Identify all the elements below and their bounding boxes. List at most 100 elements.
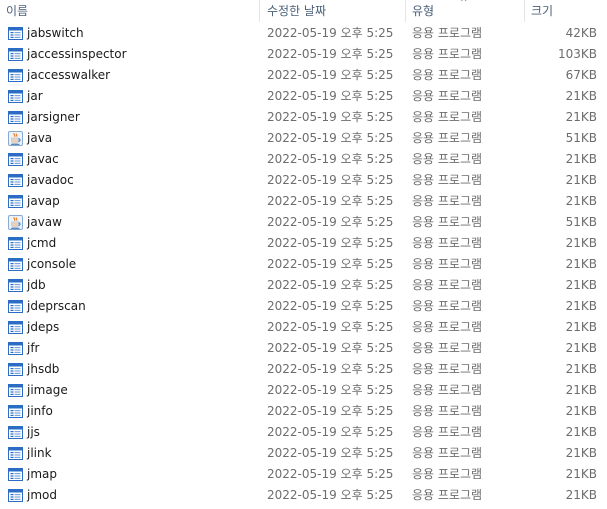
- file-row[interactable]: jjs 2022-05-19 오후 5:25 응용 프로그램 21KB: [0, 422, 607, 443]
- file-size: 21KB: [565, 320, 597, 334]
- file-type: 응용 프로그램: [412, 215, 483, 229]
- file-date-modified: 2022-05-19 오후 5:25: [267, 425, 394, 439]
- file-size: 21KB: [565, 299, 597, 313]
- app-window-icon: [8, 278, 23, 293]
- file-row[interactable]: jfr 2022-05-19 오후 5:25 응용 프로그램 21KB: [0, 338, 607, 359]
- file-row[interactable]: jdeprscan 2022-05-19 오후 5:25 응용 프로그램 21KB: [0, 296, 607, 317]
- column-divider-name[interactable]: [259, 0, 260, 22]
- file-name: javap: [27, 194, 60, 208]
- file-type: 응용 프로그램: [412, 488, 483, 502]
- app-window-icon: [8, 299, 23, 314]
- file-date-modified: 2022-05-19 오후 5:25: [267, 320, 394, 334]
- column-header-type[interactable]: 유형: [412, 0, 434, 22]
- file-date-modified: 2022-05-19 오후 5:25: [267, 467, 394, 481]
- file-date-modified: 2022-05-19 오후 5:25: [267, 47, 394, 61]
- app-window-icon: [8, 404, 23, 419]
- file-name: jlink: [27, 446, 52, 460]
- file-row[interactable]: java 2022-05-19 오후 5:25 응용 프로그램 51KB: [0, 128, 607, 149]
- app-window-icon: [8, 320, 23, 335]
- file-size: 21KB: [565, 341, 597, 355]
- file-type: 응용 프로그램: [412, 383, 483, 397]
- file-row[interactable]: javap 2022-05-19 오후 5:25 응용 프로그램 21KB: [0, 191, 607, 212]
- file-size: 21KB: [565, 236, 597, 250]
- file-size: 21KB: [565, 194, 597, 208]
- app-window-icon: [8, 257, 23, 272]
- file-date-modified: 2022-05-19 오후 5:25: [267, 404, 394, 418]
- file-name: javac: [27, 152, 59, 166]
- file-type: 응용 프로그램: [412, 257, 483, 271]
- file-row[interactable]: jarsigner 2022-05-19 오후 5:25 응용 프로그램 21KB: [0, 107, 607, 128]
- column-divider-type[interactable]: [524, 0, 525, 22]
- file-name: jabswitch: [27, 26, 84, 40]
- file-size: 21KB: [565, 173, 597, 187]
- file-row[interactable]: jmap 2022-05-19 오후 5:25 응용 프로그램 21KB: [0, 464, 607, 485]
- file-row[interactable]: javac 2022-05-19 오후 5:25 응용 프로그램 21KB: [0, 149, 607, 170]
- app-window-icon: [8, 152, 23, 167]
- file-row[interactable]: javadoc 2022-05-19 오후 5:25 응용 프로그램 21KB: [0, 170, 607, 191]
- file-name: jaccessinspector: [27, 47, 127, 61]
- file-row[interactable]: jlink 2022-05-19 오후 5:25 응용 프로그램 21KB: [0, 443, 607, 464]
- file-date-modified: 2022-05-19 오후 5:25: [267, 257, 394, 271]
- file-type: 응용 프로그램: [412, 299, 483, 313]
- file-size: 21KB: [565, 152, 597, 166]
- file-date-modified: 2022-05-19 오후 5:25: [267, 236, 394, 250]
- app-window-icon: [8, 236, 23, 251]
- app-window-icon: [8, 341, 23, 356]
- file-row[interactable]: jaccessinspector 2022-05-19 오후 5:25 응용 프로그…: [0, 44, 607, 65]
- file-date-modified: 2022-05-19 오후 5:25: [267, 341, 394, 355]
- file-row[interactable]: jconsole 2022-05-19 오후 5:25 응용 프로그램 21KB: [0, 254, 607, 275]
- app-window-icon: [8, 68, 23, 83]
- file-type: 응용 프로그램: [412, 320, 483, 334]
- file-type: 응용 프로그램: [412, 68, 483, 82]
- file-row[interactable]: jdeps 2022-05-19 오후 5:25 응용 프로그램 21KB: [0, 317, 607, 338]
- file-name: jinfo: [27, 404, 53, 418]
- app-window-icon: [8, 26, 23, 41]
- file-row[interactable]: jinfo 2022-05-19 오후 5:25 응용 프로그램 21KB: [0, 401, 607, 422]
- file-name: jconsole: [27, 257, 77, 271]
- file-name: javaw: [27, 215, 62, 229]
- column-header-name[interactable]: 이름: [6, 0, 28, 22]
- file-name: jjs: [27, 425, 40, 439]
- java-coffee-icon: [8, 215, 23, 230]
- file-row[interactable]: jdb 2022-05-19 오후 5:25 응용 프로그램 21KB: [0, 275, 607, 296]
- app-window-icon: [8, 446, 23, 461]
- file-name: jhsdb: [27, 362, 60, 376]
- file-type: 응용 프로그램: [412, 110, 483, 124]
- file-type: 응용 프로그램: [412, 194, 483, 208]
- column-header-bar: 이름 수정한 날짜 ^ 유형 크기: [0, 0, 607, 22]
- column-header-date-modified[interactable]: 수정한 날짜: [267, 0, 326, 22]
- file-row[interactable]: jimage 2022-05-19 오후 5:25 응용 프로그램 21KB: [0, 380, 607, 401]
- file-date-modified: 2022-05-19 오후 5:25: [267, 131, 394, 145]
- file-row[interactable]: javaw 2022-05-19 오후 5:25 응용 프로그램 51KB: [0, 212, 607, 233]
- file-size: 51KB: [565, 215, 597, 229]
- file-size: 21KB: [565, 257, 597, 271]
- app-window-icon: [8, 488, 23, 503]
- file-size: 21KB: [565, 89, 597, 103]
- file-row[interactable]: jmod 2022-05-19 오후 5:25 응용 프로그램 21KB: [0, 485, 607, 506]
- column-header-size[interactable]: 크기: [531, 0, 553, 22]
- file-date-modified: 2022-05-19 오후 5:25: [267, 488, 394, 502]
- file-size: 21KB: [565, 383, 597, 397]
- file-type: 응용 프로그램: [412, 236, 483, 250]
- column-divider-date[interactable]: [405, 0, 406, 22]
- file-size: 21KB: [565, 425, 597, 439]
- file-size: 51KB: [565, 131, 597, 145]
- file-size: 103KB: [557, 47, 597, 61]
- file-size: 21KB: [565, 278, 597, 292]
- file-type: 응용 프로그램: [412, 362, 483, 376]
- file-row[interactable]: jhsdb 2022-05-19 오후 5:25 응용 프로그램 21KB: [0, 359, 607, 380]
- file-date-modified: 2022-05-19 오후 5:25: [267, 299, 394, 313]
- file-row[interactable]: jaccesswalker 2022-05-19 오후 5:25 응용 프로그램 67…: [0, 65, 607, 86]
- file-type: 응용 프로그램: [412, 467, 483, 481]
- file-type: 응용 프로그램: [412, 89, 483, 103]
- file-row[interactable]: jar 2022-05-19 오후 5:25 응용 프로그램 21KB: [0, 86, 607, 107]
- file-row[interactable]: jabswitch 2022-05-19 오후 5:25 응용 프로그램 42KB: [0, 23, 607, 44]
- file-name: jimage: [27, 383, 68, 397]
- file-name: jarsigner: [27, 110, 80, 124]
- file-name: javadoc: [27, 173, 74, 187]
- file-type: 응용 프로그램: [412, 404, 483, 418]
- file-name: jfr: [27, 341, 40, 355]
- file-type: 응용 프로그램: [412, 278, 483, 292]
- file-date-modified: 2022-05-19 오후 5:25: [267, 383, 394, 397]
- file-row[interactable]: jcmd 2022-05-19 오후 5:25 응용 프로그램 21KB: [0, 233, 607, 254]
